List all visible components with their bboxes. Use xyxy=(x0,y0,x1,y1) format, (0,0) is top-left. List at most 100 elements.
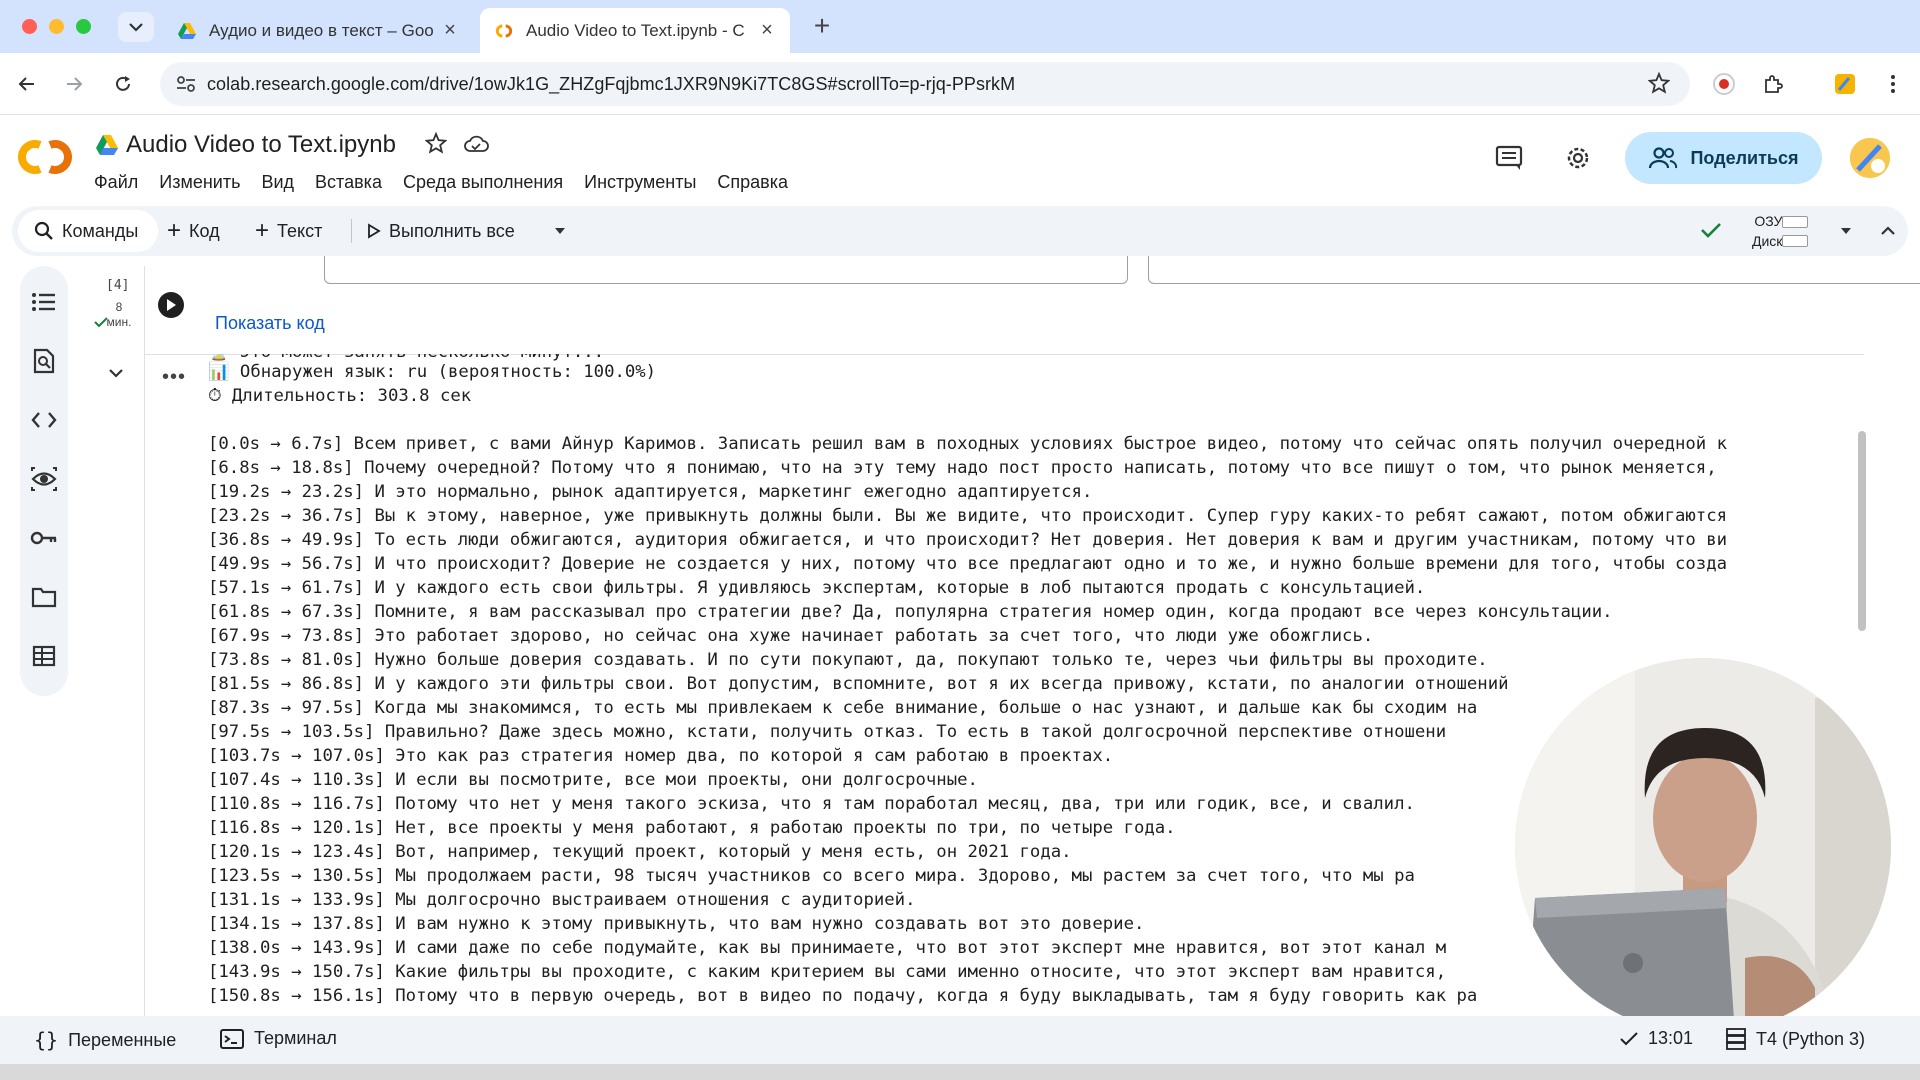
output-line: [131.1s → 133.9s] Мы долгосрочно выстраи… xyxy=(208,890,916,910)
add-code-label: Код xyxy=(189,220,220,241)
output-line: [81.5s → 86.8s] И у каждого эти фильтры … xyxy=(208,674,1509,694)
tab-title: Audio Video to Text.ipynb - C xyxy=(526,20,745,40)
scrollbar-thumb[interactable] xyxy=(1858,431,1866,631)
run-all-dropdown[interactable] xyxy=(554,206,566,256)
execution-time-value: 8 xyxy=(115,300,123,314)
connected-check-icon xyxy=(1701,223,1721,238)
play-outline-icon xyxy=(368,223,381,239)
browser-tab-colab[interactable]: Audio Video to Text.ipynb - C × xyxy=(480,8,790,53)
chevron-up-icon xyxy=(1881,226,1895,235)
resource-monitor[interactable]: ОЗУ Диск xyxy=(1752,211,1782,251)
recording-extension-icon[interactable] xyxy=(1707,67,1741,101)
output-line: [19.2s → 23.2s] И это нормально, рынок а… xyxy=(208,482,1093,502)
variables-button[interactable]: {} Переменные xyxy=(34,1028,176,1052)
menu-view[interactable]: Вид xyxy=(261,172,294,193)
reload-button[interactable] xyxy=(106,67,140,101)
output-line: [138.0s → 143.9s] И сами даже по себе по… xyxy=(208,938,1447,958)
form-fields xyxy=(238,256,1920,290)
back-button[interactable] xyxy=(10,67,44,101)
menu-tools[interactable]: Инструменты xyxy=(584,172,696,193)
toc-icon[interactable] xyxy=(30,288,58,316)
inspector-eye-icon[interactable] xyxy=(30,465,58,493)
bookmark-star-icon[interactable] xyxy=(1648,72,1670,94)
menu-help[interactable]: Справка xyxy=(717,172,788,193)
add-code-button[interactable]: + Код xyxy=(167,206,220,256)
form-field-left[interactable] xyxy=(324,256,1128,284)
user-avatar[interactable] xyxy=(1850,138,1890,178)
braces-icon: {} xyxy=(34,1028,59,1052)
terminal-button[interactable]: Терминал xyxy=(220,1028,337,1049)
find-replace-icon[interactable] xyxy=(30,347,58,375)
caret-down-icon xyxy=(555,228,565,234)
output-line: [36.8s → 49.9s] То есть люди обжигаются,… xyxy=(208,530,1728,550)
profile-avatar-icon[interactable] xyxy=(1828,67,1862,101)
colab-logo[interactable] xyxy=(16,137,74,177)
site-info-icon[interactable] xyxy=(176,75,196,93)
collapse-header-button[interactable] xyxy=(1880,206,1896,256)
output-line: [57.1s → 61.7s] И у каждого есть свои фи… xyxy=(208,578,1426,598)
output-line: [87.3s → 97.5s] Когда мы знакомимся, то … xyxy=(208,698,1478,718)
presenter-video xyxy=(1515,658,1891,1034)
browser-tab-docs[interactable]: Аудио и видео в текст – Goo × xyxy=(163,8,473,53)
minimize-window-button[interactable] xyxy=(49,19,64,34)
output-line: 📊 Обнаружен язык: ru (вероятность: 100.0… xyxy=(208,362,657,382)
output-line: ⏱ Длительность: 303.8 сек xyxy=(208,386,472,406)
form-field-right[interactable] xyxy=(1148,256,1920,284)
commands-button[interactable]: Команды xyxy=(18,210,158,252)
output-line: [67.9s → 73.8s] Это работает здорово, но… xyxy=(208,626,1374,646)
url-text: colab.research.google.com/drive/1owJk1G_… xyxy=(207,73,1016,94)
caret-down-icon xyxy=(1841,228,1851,234)
browser-menu-icon[interactable] xyxy=(1876,67,1910,101)
data-table-icon[interactable] xyxy=(30,642,58,670)
star-icon[interactable] xyxy=(424,131,448,154)
gear-icon[interactable] xyxy=(1563,143,1593,173)
output-actions-icon[interactable]: ••• xyxy=(162,366,186,389)
forward-button[interactable] xyxy=(57,67,91,101)
close-tab-icon[interactable]: × xyxy=(441,19,459,42)
output-line: [97.5s → 103.5s] Правильно? Даже здесь м… xyxy=(208,722,1447,742)
google-drive-icon[interactable] xyxy=(95,134,119,156)
output-line: [123.5s → 130.5s] Мы продолжаем расти, 9… xyxy=(208,866,1415,886)
close-window-button[interactable] xyxy=(22,19,37,34)
code-snippets-icon[interactable] xyxy=(30,406,58,434)
ram-label: ОЗУ xyxy=(1754,213,1783,229)
menu-insert[interactable]: Вставка xyxy=(315,172,382,193)
output-line: [110.8s → 116.7s] Потому что нет у меня … xyxy=(208,794,1415,814)
show-code-link[interactable]: Показать код xyxy=(215,313,325,334)
share-label: Поделиться xyxy=(1690,147,1799,168)
tab-search-button[interactable] xyxy=(118,12,154,42)
address-bar[interactable]: colab.research.google.com/drive/1owJk1G_… xyxy=(160,62,1690,106)
files-folder-icon[interactable] xyxy=(30,583,58,611)
execution-time: 8 мин. xyxy=(94,300,144,330)
extensions-puzzle-icon[interactable] xyxy=(1756,67,1790,101)
disk-label: Диск xyxy=(1752,233,1783,249)
output-line: [107.4s → 110.3s] И если вы посмотрите, … xyxy=(208,770,978,790)
secrets-key-icon[interactable] xyxy=(30,524,58,552)
maximize-window-button[interactable] xyxy=(76,19,91,34)
notebook-title[interactable]: Audio Video to Text.ipynb xyxy=(126,131,490,159)
add-text-button[interactable]: + Текст xyxy=(255,206,322,256)
menu-edit[interactable]: Изменить xyxy=(159,172,240,193)
plus-icon: + xyxy=(167,217,182,244)
terminal-label: Терминал xyxy=(254,1028,337,1048)
arrow-right-icon xyxy=(67,77,83,91)
runtime-info[interactable]: T4 (Python 3) xyxy=(1726,1028,1865,1050)
menu-file[interactable]: Файл xyxy=(94,172,138,193)
menu-runtime[interactable]: Среда выполнения xyxy=(403,172,563,193)
runtime-dropdown[interactable] xyxy=(1840,206,1852,256)
comments-icon[interactable] xyxy=(1494,144,1524,172)
new-tab-button[interactable]: + xyxy=(806,10,838,42)
share-button[interactable]: Поделиться xyxy=(1625,132,1822,184)
add-text-label: Текст xyxy=(277,220,323,241)
notebook-toolbar: Команды + Код + Текст Выполнить все ОЗУ … xyxy=(12,206,1908,256)
execution-status[interactable]: 13:01 xyxy=(1620,1028,1693,1049)
close-tab-icon[interactable]: × xyxy=(758,19,776,42)
run-cell-button[interactable] xyxy=(158,292,184,318)
output-line: [134.1s → 137.8s] И вам нужно к этому пр… xyxy=(208,914,1145,934)
server-icon xyxy=(1726,1028,1746,1050)
output-line: [116.8s → 120.1s] Нет, все проекты у мен… xyxy=(208,818,1176,838)
run-all-button[interactable]: Выполнить все xyxy=(367,206,515,256)
chevron-down-icon[interactable] xyxy=(108,368,124,378)
colab-icon xyxy=(495,24,513,37)
cloud-saved-icon xyxy=(464,135,490,152)
